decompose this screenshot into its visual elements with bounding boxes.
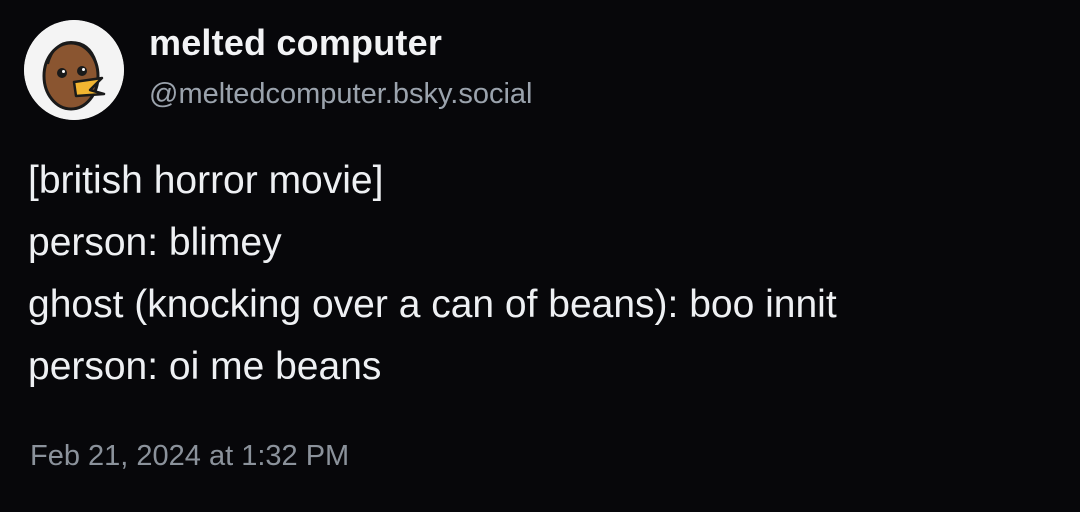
post-line: [british horror movie]	[28, 159, 384, 202]
post-body: [british horror movie] person: blimey gh…	[28, 150, 1068, 398]
timestamp[interactable]: Feb 21, 2024 at 1:32 PM	[30, 440, 349, 473]
handle[interactable]: @meltedcomputer.bsky.social	[149, 78, 533, 111]
avatar[interactable]	[24, 20, 124, 120]
display-name[interactable]: melted computer	[149, 22, 442, 64]
cartoon-face-avatar-icon	[24, 20, 124, 120]
post-line: ghost (knocking over a can of beans): bo…	[28, 283, 837, 326]
post-line: person: oi me beans	[28, 345, 382, 388]
post-line: person: blimey	[28, 221, 282, 264]
post-card: melted computer @meltedcomputer.bsky.soc…	[0, 0, 1080, 512]
